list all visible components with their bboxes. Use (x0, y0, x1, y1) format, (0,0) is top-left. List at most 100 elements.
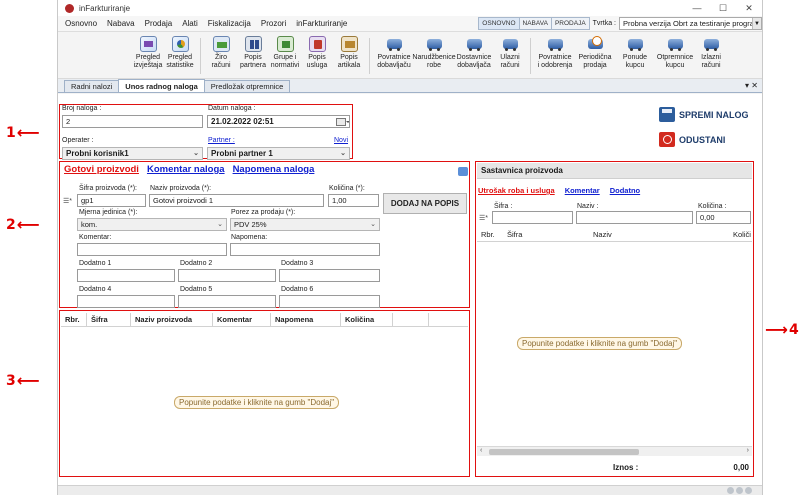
ribbon-izlazni-racuni[interactable]: Izlazni računi (695, 36, 727, 76)
ribbon-group-reports: Pregled izvještaja Pregled statistike (132, 36, 196, 76)
col-kolicina[interactable]: Količina (341, 312, 393, 327)
partner-link[interactable]: Partner : (208, 137, 235, 144)
mode-switcher: OSNOVNO NABAVA PRODAJA Tvrtka : Probna v… (478, 17, 762, 30)
broj-naloga-value: 2 (66, 117, 71, 126)
dodatno-3-field[interactable] (279, 269, 380, 282)
menu-fiskalizacija[interactable]: Fiskalizacija (203, 19, 256, 28)
dodatno-5-field[interactable] (178, 295, 276, 308)
ribbon-ziro-racuni[interactable]: Žiro računi (205, 36, 237, 76)
operater-select[interactable]: Probni korisnik1 ⌄ (62, 147, 203, 160)
menu-nabava[interactable]: Nabava (102, 19, 140, 28)
col-napomena[interactable]: Napomena (271, 312, 341, 327)
ribbon-group-sales: Povratnice i odobrenja Periodična prodaj… (535, 36, 727, 76)
novi-partner-link[interactable]: Novi (334, 137, 348, 144)
menu-alati[interactable]: Alati (177, 19, 203, 28)
ribbon-periodicna-prodaja[interactable]: Periodična prodaja (575, 36, 615, 76)
dodatno-6-field[interactable] (279, 295, 380, 308)
company-select[interactable]: Probna verzija Obrt za testiranje progra… (619, 17, 762, 30)
save-order-button[interactable]: SPREMI NALOG (659, 107, 749, 122)
cancel-button[interactable]: ODUSTANI (659, 132, 725, 147)
ribbon-pregled-statistike[interactable]: Pregled statistike (164, 36, 196, 76)
scroll-right-icon[interactable]: › (747, 447, 749, 454)
broj-naloga-field[interactable]: 2 (62, 115, 203, 128)
tab-radni-nalozi[interactable]: Radni nalozi (64, 80, 120, 92)
mjerna-jedinica-select[interactable]: kom. ⌄ (77, 218, 227, 231)
sast-col-kolicina[interactable]: Količi (729, 228, 752, 242)
sifra-proizvoda-field[interactable]: gp1 (77, 194, 146, 207)
komentar-field[interactable] (77, 243, 227, 256)
sast-col-sifra[interactable]: Šifra (503, 228, 589, 242)
ribbon-dostavnice-dobavljaca[interactable]: Dostavnice dobavljača (454, 36, 494, 76)
link-utrosak[interactable]: Utrošak roba i usluga (478, 186, 555, 195)
ribbon-popis-artikala[interactable]: Popis artikala (333, 36, 365, 76)
services-icon (308, 36, 326, 52)
minimize-button[interactable]: — (684, 3, 710, 13)
ribbon-separator (369, 38, 370, 74)
ribbon-label: Otpremnice (656, 54, 694, 61)
dodatno-2-field[interactable] (178, 269, 276, 282)
partner-select[interactable]: Probni partner 1 ⌄ (207, 147, 350, 160)
tab-predlozak-otpremnice[interactable]: Predložak otpremnice (203, 80, 291, 92)
tab-unos-radnog-naloga[interactable]: Unos radnog naloga (118, 79, 205, 92)
porez-select[interactable]: PDV 25% ⌄ (230, 218, 380, 231)
col-sifra[interactable]: Šifra (87, 312, 131, 327)
ribbon-povratnice-odobrenja[interactable]: Povratnice i odobrenja (535, 36, 575, 76)
sifra-proizvoda-value: gp1 (81, 196, 94, 205)
ribbon-ponude-kupcu[interactable]: Ponude kupcu (615, 36, 655, 76)
link-dodatno[interactable]: Dodatno (610, 186, 640, 195)
tab-napomena-naloga[interactable]: Napomena naloga (233, 164, 315, 175)
col-rbr[interactable]: Rbr. (61, 312, 87, 327)
ribbon-narudzbenice-robe[interactable]: Narudžbenice robe (412, 36, 456, 76)
sast-col-rbr[interactable]: Rbr. (477, 228, 503, 242)
scroll-thumb[interactable] (489, 449, 639, 455)
mode-prodaja[interactable]: PRODAJA (550, 17, 590, 30)
sast-sifra-field[interactable] (492, 211, 573, 224)
add-to-list-button[interactable]: DODAJ NA POPIS (383, 193, 467, 214)
datum-naloga-field[interactable]: 21.02.2022 02:51 (207, 115, 350, 128)
kolicina-field[interactable]: 1,00 (328, 194, 379, 207)
main-content: Broj naloga : 2 Datum naloga : 21.02.202… (58, 94, 762, 485)
naziv-proizvoda-field[interactable]: Gotovi proizvodi 1 (149, 194, 324, 207)
ribbon-ulazni-racuni[interactable]: Ulazni računi (494, 36, 526, 76)
tab-close-icon[interactable]: ▾ ✕ (745, 81, 758, 90)
menu-prodaja[interactable]: Prodaja (140, 19, 178, 28)
ribbon-otpremnice-kupcu[interactable]: Otpremnice kupcu (655, 36, 695, 76)
dodatno-4-field[interactable] (77, 295, 175, 308)
sast-kolicina-field[interactable]: 0,00 (696, 211, 751, 224)
link-komentar[interactable]: Komentar (565, 186, 600, 195)
close-window-button[interactable]: ✕ (736, 3, 762, 14)
mode-osnovno[interactable]: OSNOVNO (478, 17, 520, 30)
tab-komentar-naloga[interactable]: Komentar naloga (147, 164, 225, 175)
sastavnica-scrollbar[interactable]: ‹ › (477, 446, 752, 456)
ribbon-pregled-izvjestaja[interactable]: Pregled izvještaja (132, 36, 164, 76)
title-bar: inFarkturiranje — ☐ ✕ (58, 0, 762, 16)
calendar-icon[interactable] (336, 118, 349, 126)
col-naziv-proizvoda[interactable]: Naziv proizvoda (131, 312, 213, 327)
maximize-button[interactable]: ☐ (710, 3, 736, 14)
sast-col-naziv[interactable]: Naziv (589, 228, 729, 242)
menu-infakturiranje[interactable]: inFarkturiranje (291, 19, 352, 28)
ribbon-povratnice-dobavljacu[interactable]: Povratnice dobavljaču (374, 36, 414, 76)
menu-prozori[interactable]: Prozori (256, 19, 291, 28)
sastavnica-empty-hint: Popunite podatke i kliknite na gumb "Dod… (517, 337, 683, 350)
ribbon-label: Narudžbenice (412, 54, 456, 61)
napomena-field[interactable] (230, 243, 380, 256)
ribbon-label: normativi (270, 62, 300, 69)
truck-icon (546, 36, 565, 52)
col-komentar[interactable]: Komentar (213, 312, 271, 327)
arrow-right-icon[interactable] (458, 167, 468, 176)
menu-osnovno[interactable]: Osnovno (58, 19, 102, 28)
datum-naloga-value: 21.02.2022 02:51 (211, 117, 274, 126)
scroll-left-icon[interactable]: ‹ (480, 447, 482, 454)
ribbon-popis-partnera[interactable]: Popis partnera (237, 36, 269, 76)
sifra-proizvoda-label: Šifra proizvoda (*): (79, 185, 137, 192)
ribbon-popis-usluga[interactable]: Popis usluga (301, 36, 333, 76)
mode-nabava[interactable]: NABAVA (518, 17, 552, 30)
sast-naziv-field[interactable] (576, 211, 693, 224)
status-indicators (725, 487, 752, 494)
sast-kolicina-label: Količina : (698, 203, 727, 210)
callout-4: ⟶ 4 (765, 320, 799, 339)
dodatno-1-field[interactable] (77, 269, 175, 282)
ribbon-grupe-normativi[interactable]: Grupe i normativi (269, 36, 301, 76)
tab-gotovi-proizvodi[interactable]: Gotovi proizvodi (64, 164, 139, 175)
